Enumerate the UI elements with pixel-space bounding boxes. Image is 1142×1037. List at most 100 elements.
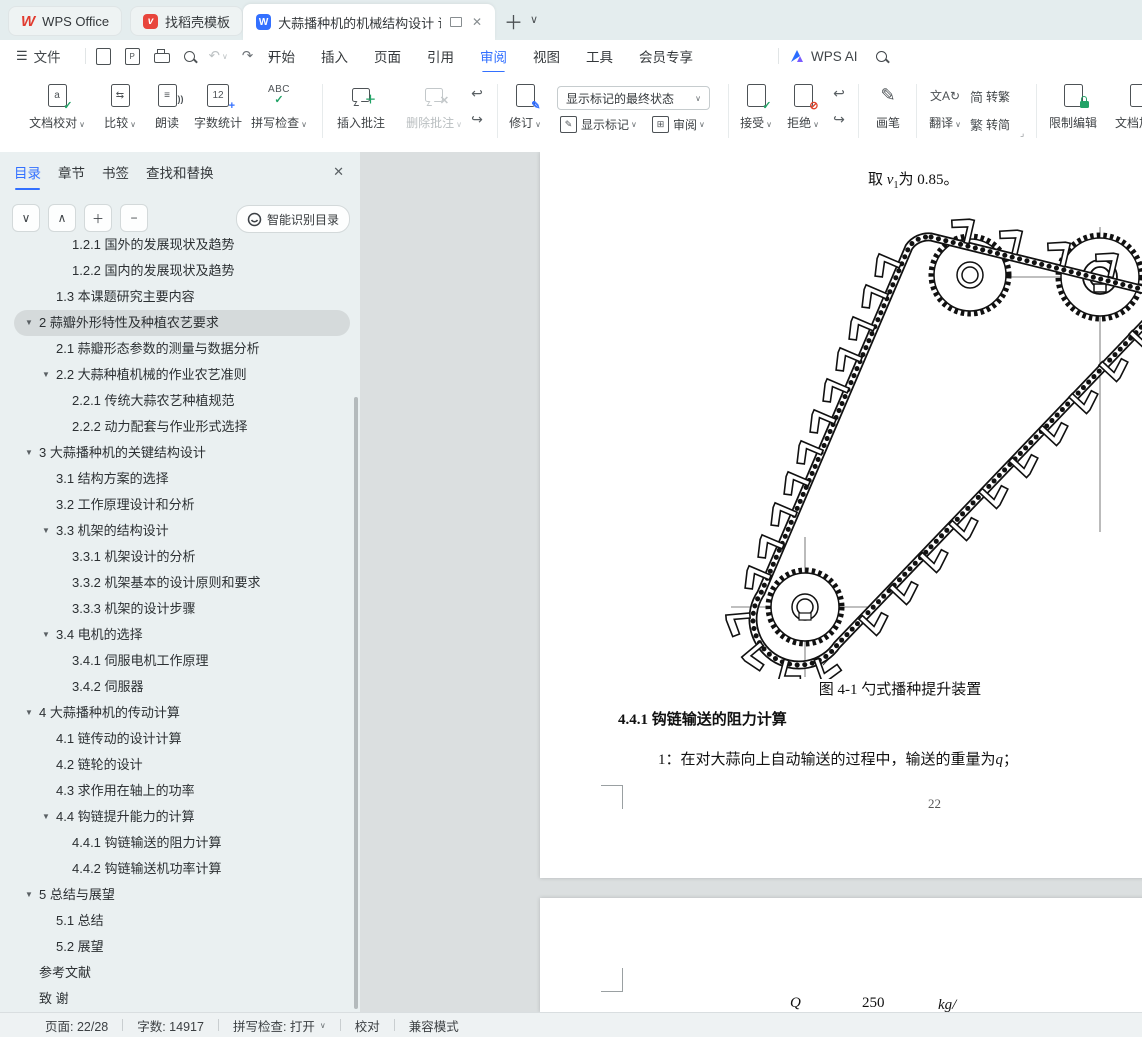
- menu-tab-tools[interactable]: 工具: [586, 46, 613, 66]
- toc-item[interactable]: 3.4.2 伺服器: [0, 674, 352, 700]
- toc-item[interactable]: 1.2.2 国内的发展现状及趋势: [0, 258, 352, 284]
- doc-proof-button[interactable]: a ✓ 文档校对 ∨: [20, 80, 94, 142]
- file-menu[interactable]: 文件: [34, 46, 61, 66]
- next-change-icon[interactable]: ↪: [828, 106, 850, 132]
- toc-item[interactable]: 参考文献: [0, 960, 352, 986]
- prev-change-icon[interactable]: ↩: [828, 80, 850, 106]
- window-preview-icon[interactable]: [450, 17, 462, 27]
- compare-button[interactable]: ⇆ 比较 ∨: [96, 80, 144, 142]
- show-markup-button[interactable]: ✎ 显示标记 ∨: [560, 112, 637, 136]
- export-pdf-icon[interactable]: P: [124, 47, 140, 65]
- wps-ai-button[interactable]: WPS AI: [811, 49, 858, 64]
- menu-tab-reference[interactable]: 引用: [427, 46, 454, 66]
- traditional-to-simplified-button[interactable]: 繁 转简: [970, 112, 1010, 136]
- chevron-down-icon[interactable]: ∨: [320, 1021, 326, 1030]
- close-tab-icon[interactable]: ✕: [472, 15, 482, 29]
- toc-item[interactable]: ▼ 5 总结与展望: [0, 882, 352, 908]
- toc-item[interactable]: 4.2 链轮的设计: [0, 752, 352, 778]
- status-page[interactable]: 页面: 22/28: [45, 1016, 108, 1035]
- sidebar-tab-toc[interactable]: 目录: [14, 162, 41, 190]
- collapse-arrow-icon[interactable]: ▼: [25, 310, 33, 336]
- menu-tab-insert[interactable]: 插入: [321, 46, 348, 66]
- review-pane-button[interactable]: ⊞ 审阅 ∨: [652, 112, 705, 136]
- collapse-arrow-icon[interactable]: ▼: [42, 622, 50, 648]
- toc-item[interactable]: 3.4.1 伺服电机工作原理: [0, 648, 352, 674]
- insert-comment-button[interactable]: ＋ 插入批注: [330, 80, 392, 142]
- status-proofread[interactable]: 校对: [355, 1016, 380, 1035]
- toc-item[interactable]: 致 谢: [0, 986, 352, 1012]
- group-expand-icon[interactable]: ⌟: [1020, 128, 1024, 139]
- toc-item[interactable]: 3.3.1 机架设计的分析: [0, 544, 352, 570]
- prev-comment-icon[interactable]: ↩: [466, 80, 488, 106]
- sidebar-scrollbar[interactable]: [354, 397, 358, 1009]
- toc-item[interactable]: 4.1 链传动的设计计算: [0, 726, 352, 752]
- new-tab-button[interactable]: ＋: [504, 8, 523, 35]
- collapse-arrow-icon[interactable]: ▼: [25, 700, 33, 726]
- collapse-arrow-icon[interactable]: ▼: [25, 440, 33, 466]
- document-canvas[interactable]: 取 v1为 0.85。 图 4-1 勺式播种提升装置 4.4.1 钩链输送的阻力…: [360, 152, 1142, 1012]
- menu-tab-review[interactable]: 审阅: [480, 46, 507, 74]
- simplified-to-traditional-button[interactable]: 简 转繁: [970, 84, 1010, 108]
- status-compat-mode[interactable]: 兼容模式: [409, 1016, 459, 1035]
- sidebar-tab-bookmarks[interactable]: 书签: [102, 162, 129, 190]
- toc-item[interactable]: ▼ 2.2 大蒜种植机械的作业农艺准则: [0, 362, 352, 388]
- spell-check-button[interactable]: ABC ✓ 拼写检查 ∨: [248, 80, 310, 142]
- toc-item[interactable]: 4.3 求作用在轴上的功率: [0, 778, 352, 804]
- markup-state-dropdown[interactable]: 显示标记的最终状态 ∨: [557, 86, 710, 110]
- toc-item[interactable]: ▼ 2 蒜瓣外形特性及种植农艺要求: [14, 310, 350, 336]
- zoom-out-toc-button[interactable]: −: [120, 204, 148, 232]
- toc-item[interactable]: ▼ 4 大蒜播种机的传动计算: [0, 700, 352, 726]
- print-icon[interactable]: [153, 49, 170, 63]
- status-spell-check[interactable]: 拼写检查: 打开: [233, 1016, 315, 1035]
- status-word-count[interactable]: 字数: 14917: [137, 1016, 204, 1035]
- expand-all-button[interactable]: ∨: [12, 204, 40, 232]
- accept-button[interactable]: ✓ 接受 ∨: [733, 80, 779, 142]
- hamburger-icon[interactable]: ☰: [16, 48, 28, 64]
- collapse-arrow-icon[interactable]: ▼: [42, 518, 50, 544]
- tab-wps-home[interactable]: W WPS Office: [8, 6, 123, 36]
- toc-item[interactable]: ▼ 3.4 电机的选择: [0, 622, 352, 648]
- save-icon[interactable]: [95, 47, 111, 65]
- toc-item[interactable]: 3.1 结构方案的选择: [0, 466, 352, 492]
- menu-tab-view[interactable]: 视图: [533, 46, 560, 66]
- search-icon[interactable]: [875, 50, 887, 62]
- toc-item[interactable]: 1.3 本课题研究主要内容: [0, 284, 352, 310]
- toc-item[interactable]: 5.1 总结: [0, 908, 352, 934]
- toc-item[interactable]: 2.1 蒜瓣形态参数的测量与数据分析: [0, 336, 352, 362]
- toc-item[interactable]: 5.2 展望: [0, 934, 352, 960]
- collapse-all-button[interactable]: ∧: [48, 204, 76, 232]
- page-22[interactable]: 取 v1为 0.85。 图 4-1 勺式播种提升装置 4.4.1 钩链输送的阻力…: [540, 152, 1142, 878]
- tab-docer-templates[interactable]: v 找稻壳模板: [130, 6, 244, 36]
- collapse-arrow-icon[interactable]: ▼: [42, 804, 50, 830]
- toc-item[interactable]: ▼ 3 大蒜播种机的关键结构设计: [0, 440, 352, 466]
- pen-button[interactable]: ✎ 画笔: [866, 80, 910, 142]
- undo-icon[interactable]: ↶ ∨: [209, 48, 228, 64]
- toc-item[interactable]: ▼ 3.3 机架的结构设计: [0, 518, 352, 544]
- close-sidebar-icon[interactable]: ✕: [333, 164, 344, 180]
- sidebar-tab-find-replace[interactable]: 查找和替换: [146, 162, 214, 190]
- encrypt-button[interactable]: 文档加密: [1108, 80, 1142, 142]
- toc-item[interactable]: 1.2.1 国外的发展现状及趋势: [0, 238, 352, 258]
- toc-item[interactable]: 4.4.1 钩链输送的阻力计算: [0, 830, 352, 856]
- page-23[interactable]: Q 250 kg/: [540, 898, 1142, 1012]
- translate-button[interactable]: 文A↻ 翻译 ∨: [922, 80, 968, 142]
- collapse-arrow-icon[interactable]: ▼: [42, 362, 50, 388]
- tab-list-chevron-icon[interactable]: ∨: [530, 13, 538, 26]
- track-changes-button[interactable]: ✎ 修订 ∨: [503, 80, 547, 142]
- redo-icon[interactable]: ↷: [242, 48, 253, 64]
- restrict-edit-button[interactable]: 限制编辑: [1042, 80, 1104, 142]
- collapse-arrow-icon[interactable]: ▼: [25, 882, 33, 908]
- word-count-button[interactable]: 12 + 字数统计: [190, 80, 246, 142]
- toc-item[interactable]: 3.2 工作原理设计和分析: [0, 492, 352, 518]
- toc-item[interactable]: 2.2.1 传统大蒜农艺种植规范: [0, 388, 352, 414]
- menu-tab-member[interactable]: 会员专享: [639, 46, 693, 66]
- toc-item[interactable]: 3.3.3 机架的设计步骤: [0, 596, 352, 622]
- tab-document[interactable]: W 大蒜播种机的机械结构设计 说 ✕: [243, 4, 495, 40]
- menu-tab-home[interactable]: 开始: [268, 46, 295, 66]
- toc-item[interactable]: 3.3.2 机架基本的设计原则和要求: [0, 570, 352, 596]
- smart-toc-button[interactable]: 智能识别目录: [235, 205, 350, 233]
- next-comment-icon[interactable]: ↪: [466, 106, 488, 132]
- reject-button[interactable]: ⊘ 拒绝 ∨: [780, 80, 826, 142]
- toc-item[interactable]: 4.4.2 钩链输送机功率计算: [0, 856, 352, 882]
- print-preview-icon[interactable]: [183, 50, 195, 62]
